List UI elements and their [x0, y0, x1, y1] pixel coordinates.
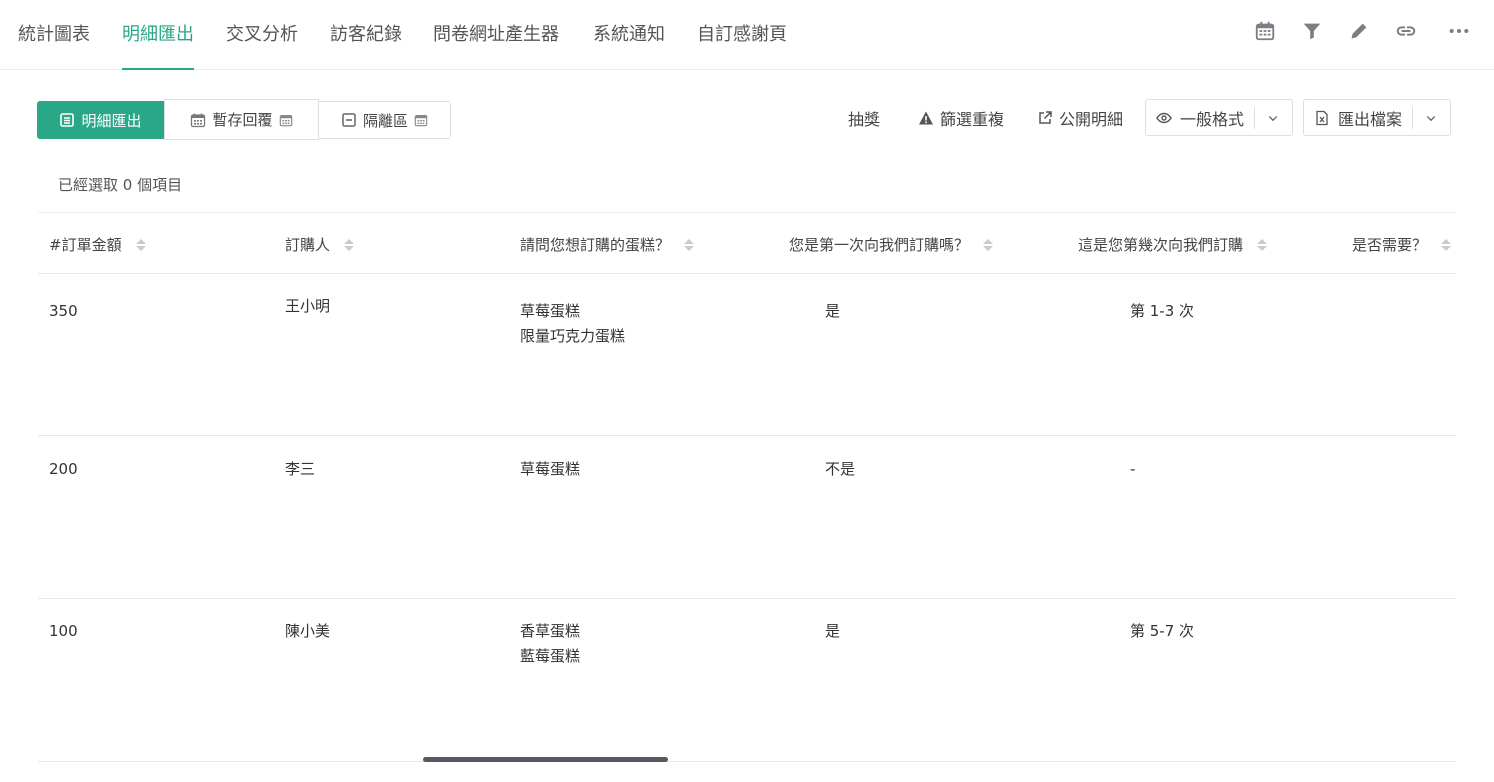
table-row[interactable]: 200 李三 草莓蛋糕 不是 - [38, 436, 1456, 599]
export-file-main[interactable]: 匯出檔案 [1304, 100, 1412, 135]
column-header-label: 您是第一次向我們訂購嗎？ [789, 236, 970, 254]
column-header-order-amount[interactable]: #訂單金額 [49, 234, 146, 255]
nav-icon-group [1250, 20, 1480, 46]
detail-export-label: 明細匯出 [81, 111, 142, 130]
quarantine-button[interactable]: 隔離區 [318, 101, 451, 139]
horizontal-scrollbar[interactable] [423, 757, 668, 762]
cell-first-time: 是 [825, 302, 841, 320]
cell-cake-1: 香草蛋糕 [520, 622, 581, 640]
format-dropdown-toggle[interactable] [1255, 100, 1291, 135]
cell-amount: 100 [49, 622, 78, 640]
top-nav: 統計圖表 明細匯出 交叉分析 訪客紀錄 問卷網址產生器 系統通知 自訂感謝頁 [0, 0, 1494, 70]
calendar-icon[interactable] [1254, 20, 1278, 44]
filter-icon[interactable] [1301, 20, 1325, 44]
eye-icon [1156, 112, 1172, 123]
filter-duplicates-label: 篩選重複 [940, 110, 1005, 129]
export-file-dropdown-toggle[interactable] [1413, 100, 1449, 135]
cell-buyer: 陳小美 [285, 622, 331, 640]
excel-file-icon [1316, 110, 1328, 125]
minus-square-icon [342, 113, 356, 127]
detail-export-button[interactable]: 明細匯出 [37, 101, 164, 139]
external-link-icon [1039, 111, 1052, 124]
table-bottom-border [38, 761, 1456, 762]
table-header: #訂單金額 訂購人 請問您想訂購的蛋糕？ 您是第一次向我們訂購嗎？ 這是您第幾次… [38, 212, 1456, 274]
cell-order-count: - [1130, 460, 1136, 478]
format-label: 一般格式 [1180, 109, 1245, 129]
responses-table: #訂單金額 訂購人 請問您想訂購的蛋糕？ 您是第一次向我們訂購嗎？ 這是您第幾次… [38, 212, 1456, 763]
column-header-label: #訂單金額 [49, 236, 122, 254]
link-icon[interactable] [1395, 20, 1419, 44]
saved-replies-button[interactable]: 暫存回覆 [164, 99, 319, 140]
public-detail-label: 公開明細 [1059, 110, 1124, 129]
quarantine-label: 隔離區 [362, 111, 408, 130]
cell-cake-2: 限量巧克力蛋糕 [520, 327, 626, 345]
column-header-label: 是否需要？ [1352, 236, 1428, 254]
tab-visitor-records[interactable]: 訪客紀錄 [330, 20, 402, 70]
sort-icon [1441, 238, 1452, 251]
cell-order-count: 第 1-3 次 [1130, 302, 1195, 320]
column-header-label: 訂購人 [285, 236, 331, 254]
column-header-cake-choice[interactable]: 請問您想訂購的蛋糕？ [520, 234, 695, 255]
format-dropdown-main[interactable]: 一般格式 [1146, 100, 1254, 135]
sort-icon [983, 238, 994, 251]
column-header-label: 這是您第幾次向我們訂購 [1078, 236, 1244, 254]
tab-statistics-chart[interactable]: 統計圖表 [18, 20, 90, 70]
tab-cross-analysis[interactable]: 交叉分析 [226, 20, 298, 70]
column-header-label: 請問您想訂購的蛋糕？ [520, 236, 671, 254]
filter-duplicates-button[interactable]: 篩選重複 [918, 104, 1004, 132]
cell-order-count: 第 5-7 次 [1130, 622, 1195, 640]
calendar-icon [191, 113, 206, 127]
sort-icon [344, 238, 355, 251]
cell-cake-1: 草莓蛋糕 [520, 302, 581, 320]
saved-replies-label: 暫存回覆 [212, 111, 273, 129]
cell-first-time: 是 [825, 622, 841, 640]
table-row[interactable]: 100 陳小美 香草蛋糕 藍莓蛋糕 是 第 5-7 次 [38, 599, 1456, 763]
cell-buyer: 李三 [285, 460, 316, 478]
table-row[interactable]: 350 王小明 草莓蛋糕 限量巧克力蛋糕 是 第 1-3 次 [38, 274, 1456, 436]
format-dropdown[interactable]: 一般格式 [1145, 99, 1293, 136]
sort-icon [1257, 238, 1268, 251]
column-header-buyer[interactable]: 訂購人 [285, 234, 355, 255]
pencil-icon[interactable] [1348, 20, 1372, 44]
more-icon[interactable] [1448, 20, 1472, 44]
export-file-dropdown[interactable]: 匯出檔案 [1303, 99, 1451, 136]
warning-icon [919, 111, 933, 125]
calendar-small-icon [279, 114, 292, 126]
cell-cake-2: 藍莓蛋糕 [520, 647, 581, 665]
lottery-label: 抽獎 [848, 110, 881, 129]
cell-amount: 200 [49, 460, 78, 478]
sort-icon [135, 238, 146, 251]
tab-custom-thank-you-page[interactable]: 自訂感謝頁 [697, 20, 787, 70]
tab-survey-url-generator[interactable]: 問卷網址產生器 [433, 20, 559, 70]
tab-detail-export[interactable]: 明細匯出 [122, 20, 194, 70]
cell-cake-1: 草莓蛋糕 [520, 460, 581, 478]
list-icon [60, 113, 75, 127]
column-header-order-count[interactable]: 這是您第幾次向我們訂購 [1078, 234, 1268, 255]
cell-first-time: 不是 [825, 460, 856, 478]
chevron-down-icon [1268, 115, 1278, 121]
chevron-down-icon [1426, 115, 1436, 121]
cell-buyer: 王小明 [285, 297, 331, 315]
lottery-button[interactable]: 抽獎 [848, 104, 880, 132]
selection-count: 已經選取 0 個項目 [58, 176, 183, 194]
column-header-first-time[interactable]: 您是第一次向我們訂購嗎？ [789, 234, 994, 255]
sort-icon [684, 238, 695, 251]
public-detail-button[interactable]: 公開明細 [1037, 104, 1123, 132]
calendar-small-icon [414, 115, 428, 127]
column-header-needed[interactable]: 是否需要？ [1352, 234, 1452, 255]
export-file-label: 匯出檔案 [1338, 109, 1403, 129]
tab-system-notifications[interactable]: 系統通知 [593, 20, 665, 70]
cell-amount: 350 [49, 302, 78, 320]
